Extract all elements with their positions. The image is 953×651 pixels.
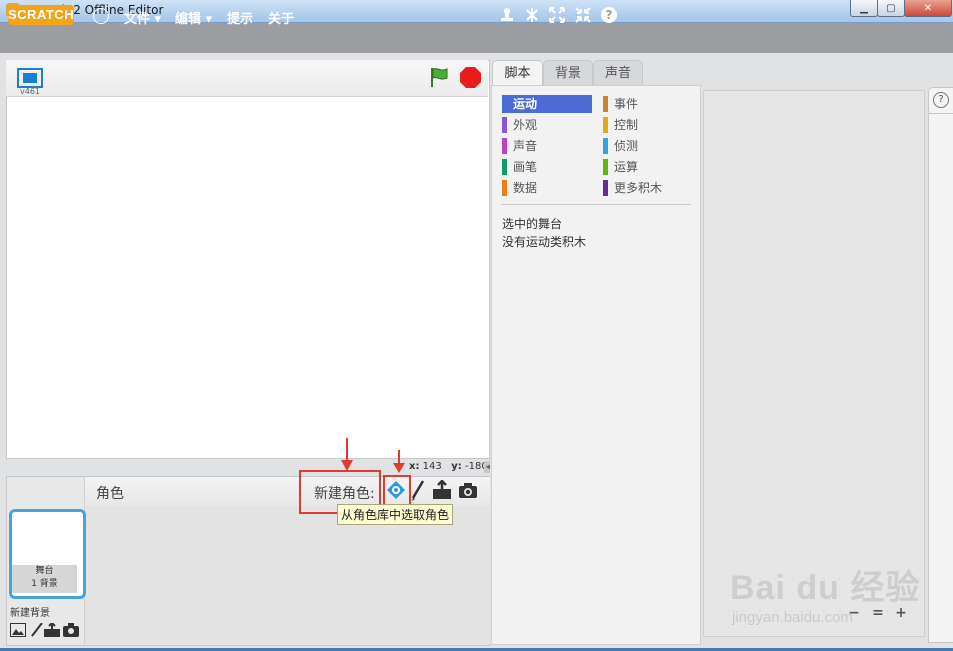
camera-sprite-icon[interactable] xyxy=(458,483,478,499)
menu-tips[interactable]: 提示 xyxy=(227,8,253,27)
category-swatch xyxy=(502,117,507,133)
script-area[interactable] xyxy=(703,90,925,637)
category-label: 侦测 xyxy=(614,139,639,153)
category-label: 事件 xyxy=(614,97,639,111)
category-swatch xyxy=(603,117,608,133)
category-swatch xyxy=(603,159,608,175)
category-sound[interactable]: 声音 xyxy=(502,137,593,155)
category-swatch xyxy=(603,180,608,196)
stage-thumb-count: 1 背景 xyxy=(31,579,58,589)
annotation-box xyxy=(383,475,411,507)
scratch-logo[interactable]: SCRATCH xyxy=(8,5,74,25)
category-swatch xyxy=(502,159,507,175)
stage[interactable] xyxy=(6,60,490,459)
stop-icon[interactable] xyxy=(460,67,481,88)
menu-edit[interactable]: 编辑 ▾ xyxy=(175,8,212,27)
palette-message-selected: 选中的舞台 xyxy=(502,217,563,231)
sprite-pane-header xyxy=(84,477,490,507)
annotation-arrow-icon xyxy=(393,450,405,473)
category-label: 数据 xyxy=(513,181,538,195)
language-globe-icon[interactable] xyxy=(93,8,109,24)
tooltip: 从角色库中选取角色 xyxy=(337,504,454,525)
category-label: 画笔 xyxy=(513,160,538,174)
paint-new-sprite-icon[interactable] xyxy=(410,480,426,502)
category-events[interactable]: 事件 xyxy=(603,95,694,113)
category-swatch xyxy=(502,138,507,154)
delete-icon[interactable] xyxy=(523,6,541,24)
watermark-url: jingyan.baidu.com xyxy=(732,609,853,626)
minimize-button[interactable]: ▁ xyxy=(850,0,878,17)
mouse-coordinates: x: 143 y: -180 xyxy=(409,461,488,472)
category-looks[interactable]: 外观 xyxy=(502,116,593,134)
palette-message-empty: 没有运动类积木 xyxy=(502,235,587,249)
shrink-icon[interactable] xyxy=(574,6,592,24)
category-operators[interactable]: 运算 xyxy=(603,158,694,176)
category-sensing[interactable]: 侦测 xyxy=(603,137,694,155)
x-label: x: xyxy=(409,461,420,472)
version-label: v461 xyxy=(20,87,41,96)
svg-text:?: ? xyxy=(606,8,613,22)
category-more-blocks[interactable]: 更多积木 xyxy=(603,179,694,197)
grow-icon[interactable] xyxy=(548,6,566,24)
help-icon[interactable]: ? xyxy=(600,6,618,24)
backdrop-library-icon[interactable] xyxy=(10,623,26,637)
tips-strip xyxy=(928,113,953,643)
palette-divider xyxy=(501,204,691,205)
category-swatch xyxy=(603,138,608,154)
new-backdrop-label: 新建背景 xyxy=(10,608,50,619)
menu-bar xyxy=(0,23,953,53)
category-label: 运算 xyxy=(614,160,639,174)
category-control[interactable]: 控制 xyxy=(603,116,694,134)
help-question-icon[interactable]: ? xyxy=(933,92,949,108)
tab-scripts[interactable]: 脚本 xyxy=(492,60,543,86)
category-swatch xyxy=(502,180,507,196)
tab-backdrops[interactable]: 背景 xyxy=(543,60,593,86)
tab-sounds[interactable]: 声音 xyxy=(593,60,643,86)
upload-sprite-icon[interactable] xyxy=(432,480,452,500)
menu-about[interactable]: 关于 xyxy=(268,8,294,27)
category-motion[interactable]: 运动 xyxy=(502,95,592,113)
x-value: 143 xyxy=(422,461,442,472)
green-flag-icon[interactable] xyxy=(428,66,450,88)
category-label: 更多积木 xyxy=(614,181,663,195)
category-label: 控制 xyxy=(614,118,639,132)
stage-thumb-name: 舞台 xyxy=(35,566,54,576)
category-swatch xyxy=(603,96,608,112)
sprites-title: 角色 xyxy=(96,486,124,502)
maximize-button[interactable]: ▢ xyxy=(877,0,905,17)
presentation-mode-icon[interactable] xyxy=(17,68,43,88)
category-label: 外观 xyxy=(513,118,538,132)
paint-backdrop-icon[interactable] xyxy=(29,623,45,637)
category-pen[interactable]: 画笔 xyxy=(502,158,593,176)
category-data[interactable]: 数据 xyxy=(502,179,593,197)
watermark-brand: Bai du 经验 xyxy=(730,569,921,607)
duplicate-icon[interactable] xyxy=(498,6,516,24)
upload-backdrop-icon[interactable] xyxy=(44,623,60,637)
category-label: 声音 xyxy=(513,139,538,153)
annotation-arrow-icon xyxy=(341,438,353,471)
menu-file[interactable]: 文件 ▾ xyxy=(124,8,161,27)
sprite-list[interactable] xyxy=(84,506,490,644)
stage-header xyxy=(6,60,488,97)
y-label: y: xyxy=(451,461,462,472)
close-button[interactable]: ✕ xyxy=(904,0,952,17)
stage-thumbnail-label: 舞台 1 背景 xyxy=(12,565,77,593)
camera-backdrop-icon[interactable] xyxy=(63,623,79,637)
